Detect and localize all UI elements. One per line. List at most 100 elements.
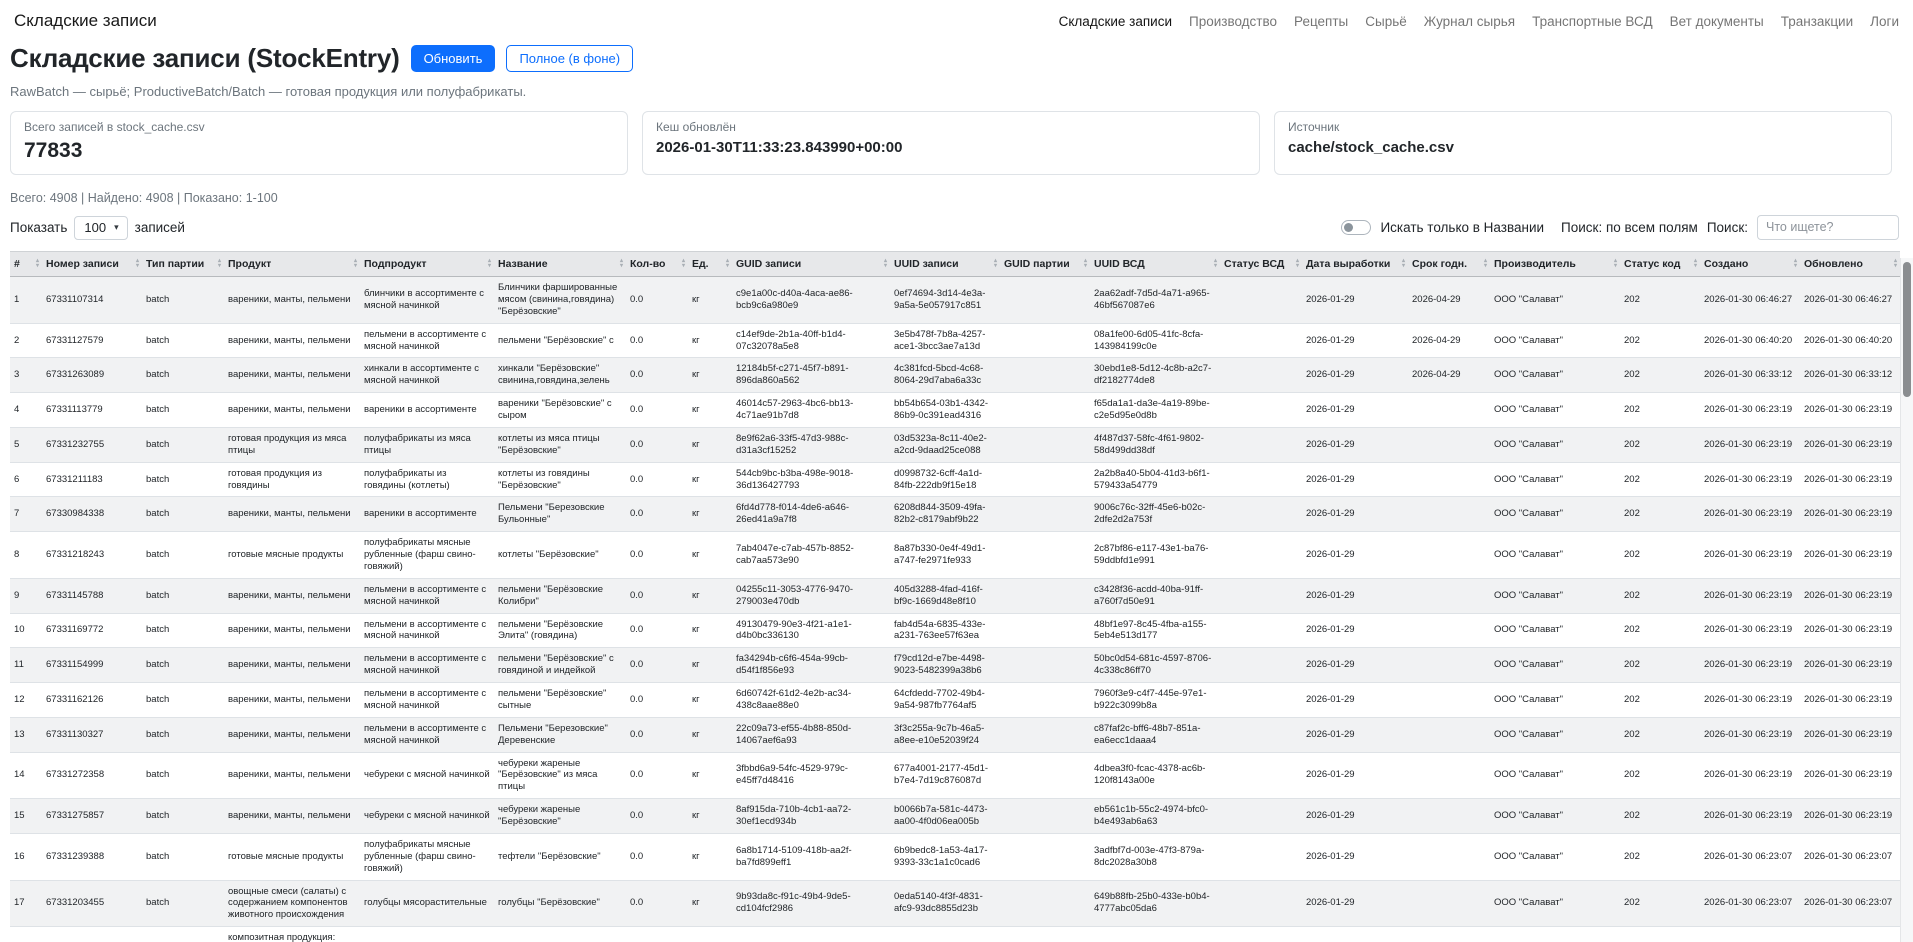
sort-icon[interactable]: ▴▾	[136, 259, 139, 269]
sort-icon[interactable]: ▴▾	[1894, 259, 1897, 269]
table-row[interactable]: 467331113779batchвареники, манты, пельме…	[10, 393, 1900, 428]
column-header[interactable]: Кол-во▴▾	[626, 252, 688, 277]
table-cell: ООО "Салават"	[1490, 648, 1620, 683]
table-cell: кг	[688, 358, 732, 393]
name-only-switch[interactable]	[1341, 220, 1371, 235]
table-row[interactable]: 1067331169772batchвареники, манты, пельм…	[10, 613, 1900, 648]
sort-icon[interactable]: ▴▾	[1296, 259, 1299, 269]
nav-item[interactable]: Логи	[1870, 14, 1899, 29]
column-header[interactable]: Подпродукт▴▾	[360, 252, 494, 277]
sort-icon[interactable]: ▴▾	[620, 259, 623, 269]
column-header[interactable]: Тип партии▴▾	[142, 252, 224, 277]
column-header[interactable]: Статус код▴▾	[1620, 252, 1700, 277]
scrollbar-thumb[interactable]	[1903, 262, 1911, 397]
table-cell: 2026-04-29	[1408, 323, 1490, 358]
sort-icon[interactable]: ▴▾	[1694, 259, 1697, 269]
table-row[interactable]: 567331232755batchготовая продукция из мя…	[10, 427, 1900, 462]
table-row[interactable]: 1267331162126batchвареники, манты, пельм…	[10, 683, 1900, 718]
sort-icon[interactable]: ▴▾	[1084, 259, 1087, 269]
column-header[interactable]: Номер записи▴▾	[42, 252, 142, 277]
column-header[interactable]: GUID партии▴▾	[1000, 252, 1090, 277]
table-row[interactable]: 967331145788batchвареники, манты, пельме…	[10, 578, 1900, 613]
table-cell: bb54b654-03b1-4342-86b9-0c391ead4316	[890, 393, 1000, 428]
nav-item[interactable]: Рецепты	[1294, 14, 1348, 29]
sort-icon[interactable]: ▴▾	[354, 259, 357, 269]
table-cell: вареники, манты, пельмени	[224, 648, 360, 683]
column-header[interactable]: Дата выработки▴▾	[1302, 252, 1408, 277]
sort-icon[interactable]: ▴▾	[1402, 259, 1405, 269]
nav-item[interactable]: Транспортные ВСД	[1532, 14, 1653, 29]
refresh-button[interactable]: Обновить	[411, 45, 496, 72]
app-brand[interactable]: Складские записи	[14, 11, 157, 31]
table-row[interactable]: 1767331203455batchовощные смеси (салаты)…	[10, 880, 1900, 927]
table-row[interactable]: 1867331096183batchкомпозитная продукция:…	[10, 927, 1900, 942]
column-header[interactable]: Статус ВСД▴▾	[1220, 252, 1302, 277]
table-cell: пельмени "Берёзовские Элита" (говядина)	[494, 613, 626, 648]
table-cell	[1000, 648, 1090, 683]
full-refresh-button[interactable]: Полное (в фоне)	[506, 45, 633, 72]
table-row[interactable]: 1367331130327batchвареники, манты, пельм…	[10, 717, 1900, 752]
column-header[interactable]: Обновлено▴▾	[1800, 252, 1900, 277]
table-row[interactable]: 367331263089batchвареники, манты, пельме…	[10, 358, 1900, 393]
table-cell: полуфабрикаты мясные рубленные (фарш сви…	[360, 833, 494, 880]
column-header[interactable]: Создано▴▾	[1700, 252, 1800, 277]
sort-icon[interactable]: ▴▾	[488, 259, 491, 269]
table-cell	[1408, 927, 1490, 942]
sort-icon[interactable]: ▴▾	[682, 259, 685, 269]
table-row[interactable]: 867331218243batchготовые мясные продукты…	[10, 532, 1900, 579]
nav-item[interactable]: Вет документы	[1670, 14, 1764, 29]
table-row[interactable]: 667331211183batchготовая продукция из го…	[10, 462, 1900, 497]
table-cell	[1220, 532, 1302, 579]
table-cell: fab4d54a-6835-433e-a231-763ee57f63ea	[890, 613, 1000, 648]
sort-icon[interactable]: ▴▾	[1214, 259, 1217, 269]
column-header[interactable]: Продукт▴▾	[224, 252, 360, 277]
table-cell: 0.0	[626, 799, 688, 834]
table-cell	[1000, 799, 1090, 834]
table-row[interactable]: 1167331154999batchвареники, манты, пельм…	[10, 648, 1900, 683]
nav-item[interactable]: Транзакции	[1781, 14, 1853, 29]
table-row[interactable]: 267331127579batchвареники, манты, пельме…	[10, 323, 1900, 358]
sort-icon[interactable]: ▴▾	[36, 259, 39, 269]
column-header[interactable]: UUID записи▴▾	[890, 252, 1000, 277]
table-row[interactable]: 1667331239388batchготовые мясные продукт…	[10, 833, 1900, 880]
sort-icon[interactable]: ▴▾	[218, 259, 221, 269]
sort-icon[interactable]: ▴▾	[994, 259, 997, 269]
column-header[interactable]: #▴▾	[10, 252, 42, 277]
table-row[interactable]: 767330984338batchвареники, манты, пельме…	[10, 497, 1900, 532]
column-header[interactable]: Производитель▴▾	[1490, 252, 1620, 277]
table-row[interactable]: 1467331272358batchвареники, манты, пельм…	[10, 752, 1900, 799]
table-cell: 2026-01-29	[1302, 323, 1408, 358]
sort-icon[interactable]: ▴▾	[1614, 259, 1617, 269]
nav-item[interactable]: Сырьё	[1365, 14, 1407, 29]
table-cell: 2026-01-30 06:33:12	[1700, 358, 1800, 393]
page-size-controls: Показать 100 ▾ записей	[10, 216, 185, 240]
column-header[interactable]: Срок годн.▴▾	[1408, 252, 1490, 277]
page-size-select[interactable]: 100 ▾	[74, 216, 127, 240]
table-row[interactable]: 1567331275857batchвареники, манты, пельм…	[10, 799, 1900, 834]
table-cell: ООО "Салават"	[1490, 880, 1620, 927]
nav-item[interactable]: Журнал сырья	[1424, 14, 1515, 29]
table-cell	[1408, 833, 1490, 880]
column-label: GUID записи	[736, 258, 801, 270]
column-header[interactable]: UUID ВСД▴▾	[1090, 252, 1220, 277]
table-cell: 2026-01-30 06:22:58	[1800, 927, 1900, 942]
nav-item[interactable]: Складские записи	[1059, 14, 1172, 29]
table-row[interactable]: 167331107314batchвареники, манты, пельме…	[10, 277, 1900, 324]
search-input[interactable]	[1757, 215, 1899, 240]
nav-item[interactable]: Производство	[1189, 14, 1277, 29]
column-header[interactable]: Ед.▴▾	[688, 252, 732, 277]
sort-icon[interactable]: ▴▾	[884, 259, 887, 269]
scrollbar[interactable]	[1900, 258, 1913, 942]
table-cell: 2026-01-30 06:46:27	[1700, 277, 1800, 324]
table-cell: котлеты "Берёзовские"	[494, 532, 626, 579]
table-cell: чебуреки жареные "Берёзовские" из мяса п…	[494, 752, 626, 799]
sort-icon[interactable]: ▴▾	[1794, 259, 1797, 269]
table-cell: чебуреки жареные "Берёзовские"	[494, 799, 626, 834]
sort-icon[interactable]: ▴▾	[726, 259, 729, 269]
table-cell: вареники в ассортименте	[360, 497, 494, 532]
sort-icon[interactable]: ▴▾	[1484, 259, 1487, 269]
column-header[interactable]: GUID записи ▴▾	[732, 252, 890, 277]
table-cell: 2026-01-30 06:40:20	[1800, 323, 1900, 358]
column-header[interactable]: Название▴▾	[494, 252, 626, 277]
table-cell: 2026-04-29	[1408, 277, 1490, 324]
